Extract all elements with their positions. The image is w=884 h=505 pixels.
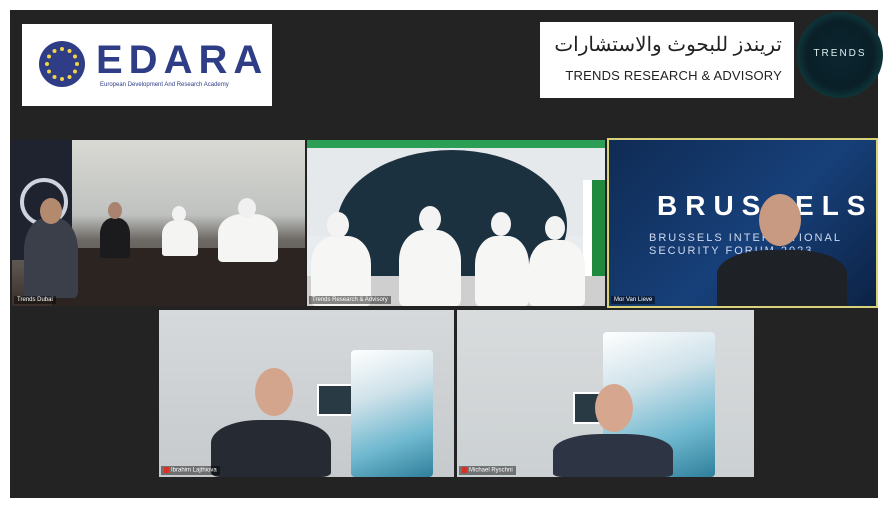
participant bbox=[100, 218, 130, 258]
participant-head bbox=[172, 206, 186, 222]
participant-head bbox=[108, 202, 122, 219]
rollup-banner bbox=[351, 350, 433, 477]
participant-head bbox=[595, 384, 633, 432]
participant bbox=[717, 250, 847, 306]
edara-subtitle: European Development And Research Academ… bbox=[100, 82, 229, 88]
participant bbox=[218, 214, 278, 262]
trends-english-name: TRENDS RESEARCH & ADVISORY bbox=[565, 68, 782, 83]
video-tile-trends-research[interactable]: Trends Research & Advisory bbox=[307, 140, 605, 306]
participant-name-label: Michael Ryschni bbox=[459, 466, 516, 475]
participant bbox=[553, 434, 673, 477]
video-tile-michael[interactable]: Michael Ryschni bbox=[457, 310, 754, 477]
participant-name-label: Trends Dubai bbox=[14, 296, 56, 304]
video-tile-ibrahim[interactable]: Ibrahim Lajthiova bbox=[159, 310, 454, 477]
mic-muted-icon bbox=[462, 467, 467, 474]
participant-name-text: Ibrahim Lajthiova bbox=[171, 468, 217, 474]
participant-name-label: Trends Research & Advisory bbox=[309, 296, 391, 304]
uae-flag bbox=[583, 180, 605, 290]
participant-name-label: Ibrahim Lajthiova bbox=[161, 466, 220, 475]
trends-badge-text: TRENDS bbox=[813, 48, 867, 59]
participant-name-label: Mor Van Lieve bbox=[611, 296, 656, 304]
edara-name: EDARA bbox=[96, 38, 269, 82]
video-tile-active-speaker[interactable]: BRUSSELS BRUSSELS INTERNATIONAL SECURITY… bbox=[607, 138, 878, 308]
participant-head bbox=[491, 212, 511, 236]
participant-name-text: Michael Ryschni bbox=[469, 468, 513, 474]
participant-head bbox=[545, 216, 565, 240]
participant-head bbox=[255, 368, 293, 416]
trends-arabic-name: تريندز للبحوث والاستشارات bbox=[554, 34, 782, 56]
wall-picture bbox=[317, 384, 353, 416]
participant-head bbox=[327, 212, 349, 238]
participant-head bbox=[238, 198, 256, 218]
participant bbox=[24, 218, 78, 298]
participant bbox=[529, 240, 585, 306]
participant bbox=[162, 220, 198, 256]
mic-muted-icon bbox=[164, 467, 169, 474]
eu-stars-icon bbox=[39, 41, 85, 87]
participant-head bbox=[759, 194, 801, 246]
edara-logo: EDARA European Development And Research … bbox=[22, 24, 272, 106]
video-tile-trends-dubai[interactable]: Trends Dubai bbox=[12, 140, 305, 306]
participant bbox=[399, 230, 461, 306]
trends-logo: تريندز للبحوث والاستشارات TRENDS RESEARC… bbox=[540, 22, 794, 98]
participant-head bbox=[419, 206, 441, 232]
trends-badge: TRENDS bbox=[797, 12, 883, 98]
participant-head bbox=[40, 198, 62, 224]
participant bbox=[475, 236, 529, 306]
video-call-gallery: EDARA European Development And Research … bbox=[10, 10, 883, 498]
participant bbox=[211, 420, 331, 477]
